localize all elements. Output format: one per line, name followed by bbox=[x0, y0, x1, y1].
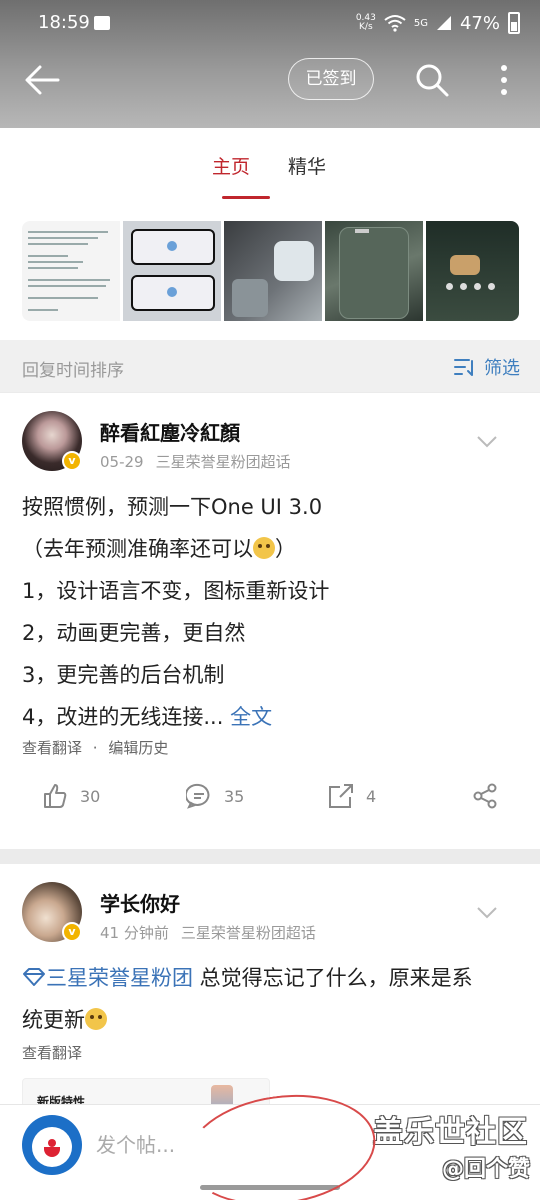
signed-in-button[interactable]: 已签到 bbox=[288, 58, 374, 100]
post-sub-actions: 查看翻译 bbox=[22, 1042, 82, 1063]
read-more-link[interactable]: 全文 bbox=[230, 705, 272, 729]
thumbnail-image[interactable] bbox=[22, 221, 120, 321]
post-text-fragment: 4，改进的无线连接... bbox=[22, 705, 224, 729]
filter-button[interactable]: 筛选 bbox=[454, 354, 520, 380]
like-button[interactable]: 30 bbox=[42, 783, 100, 809]
post-text-line: 4，改进的无线连接... 全文 bbox=[22, 701, 272, 731]
signal-icon bbox=[436, 15, 452, 31]
post-group[interactable]: 三星荣誉星粉团超话 bbox=[156, 453, 291, 471]
compose-input[interactable]: 发个帖... bbox=[96, 1129, 175, 1158]
separator-dot: · bbox=[92, 739, 98, 757]
post-actions: 30 35 4 bbox=[0, 773, 540, 833]
post-text-line: 按照惯例，预测一下One UI 3.0 bbox=[22, 495, 323, 519]
verified-badge-icon: v bbox=[62, 451, 82, 471]
post-meta: 41 分钟前 三星荣誉星粉团超话 bbox=[100, 922, 316, 943]
signal-type: 5G bbox=[413, 17, 428, 29]
edit-history-link[interactable]: 编辑历史 bbox=[108, 739, 168, 757]
battery-level: 47% bbox=[459, 12, 500, 34]
post-text-line: 三星荣誉星粉团 总觉得忘记了什么，原来是系 bbox=[22, 962, 473, 992]
surprised-emoji-icon bbox=[85, 1008, 107, 1030]
post-card[interactable]: v 学长你好 41 分钟前 三星荣誉星粉团超话 三星荣誉星粉团 总觉得忘记了什么，… bbox=[0, 864, 540, 1125]
back-arrow-icon[interactable] bbox=[22, 60, 62, 100]
chevron-down-icon[interactable] bbox=[476, 906, 498, 920]
post-group[interactable]: 三星荣誉星粉团超话 bbox=[181, 924, 316, 942]
wifi-icon bbox=[384, 14, 406, 32]
post-date: 41 分钟前 bbox=[100, 924, 169, 942]
sort-bar: 回复时间排序 筛选 bbox=[0, 340, 540, 392]
search-icon[interactable] bbox=[414, 62, 450, 98]
diamond-icon bbox=[23, 968, 45, 986]
doge-emoji-icon bbox=[253, 537, 275, 559]
post-text-fragment: ） bbox=[275, 537, 296, 561]
watermark-title: 盖乐世社区 bbox=[373, 1115, 528, 1150]
thumbs-up-icon bbox=[44, 784, 67, 808]
thumbnail-image[interactable] bbox=[123, 221, 221, 321]
net-speed-unit: K/s bbox=[359, 22, 373, 32]
post-text-fragment: （去年预测准确率还可以 bbox=[22, 537, 253, 561]
post-text-line: 3，更完善的后台机制 bbox=[22, 663, 225, 687]
battery-icon bbox=[508, 12, 520, 34]
status-bar: 18:59 0.43 K/s 5G 47% bbox=[0, 10, 540, 40]
chevron-down-icon[interactable] bbox=[476, 435, 498, 449]
post-text-line: 2，动画更完善，更自然 bbox=[22, 621, 246, 645]
repost-button[interactable]: 4 bbox=[328, 783, 376, 809]
image-strip bbox=[0, 203, 540, 340]
tab-bar: 主页 精华 bbox=[0, 128, 540, 203]
comment-icon bbox=[186, 783, 210, 809]
sort-order-label[interactable]: 回复时间排序 bbox=[22, 356, 124, 381]
tab-featured[interactable]: 精华 bbox=[288, 152, 326, 179]
post-text-line: （去年预测准确率还可以 ） bbox=[22, 533, 296, 563]
comment-button[interactable]: 35 bbox=[186, 783, 244, 809]
net-speed: 0.43 K/s bbox=[356, 14, 376, 32]
post-username[interactable]: 学长你好 bbox=[100, 888, 180, 917]
post-text-line: 统更新 bbox=[22, 1004, 107, 1034]
filter-label: 筛选 bbox=[484, 358, 520, 379]
post-sub-actions: 查看翻译 · 编辑历史 bbox=[22, 737, 168, 758]
notification-icon bbox=[94, 16, 110, 30]
share-icon bbox=[473, 783, 497, 809]
translate-link[interactable]: 查看翻译 bbox=[22, 739, 82, 757]
my-avatar[interactable] bbox=[22, 1115, 82, 1175]
tab-home[interactable]: 主页 bbox=[212, 152, 250, 179]
top-header: 18:59 0.43 K/s 5G 47% 已签到 bbox=[0, 0, 540, 128]
status-time: 18:59 bbox=[38, 12, 90, 33]
filter-icon bbox=[454, 359, 473, 376]
translate-link[interactable]: 查看翻译 bbox=[22, 1044, 82, 1062]
topic-link[interactable]: 三星荣誉星粉团 bbox=[46, 966, 193, 990]
thumbnail-image[interactable] bbox=[224, 221, 322, 321]
verified-badge-icon: v bbox=[62, 922, 82, 942]
share-button[interactable] bbox=[472, 783, 498, 809]
post-text-fragment: 统更新 bbox=[22, 1008, 85, 1032]
thumbnail-image[interactable] bbox=[325, 221, 423, 321]
post-text-line: 1，设计语言不变，图标重新设计 bbox=[22, 579, 330, 603]
watermark-user: @回个赞 bbox=[441, 1157, 530, 1182]
repost-count: 4 bbox=[366, 786, 377, 806]
status-right: 0.43 K/s 5G 47% bbox=[356, 12, 520, 34]
more-options-icon[interactable] bbox=[492, 62, 516, 98]
post-username[interactable]: 醉看紅塵冷紅顏 bbox=[100, 417, 240, 446]
tab-active-indicator bbox=[222, 196, 270, 199]
post-text-fragment: 总觉得忘记了什么，原来是系 bbox=[193, 966, 473, 990]
comment-count: 35 bbox=[224, 786, 245, 806]
repost-icon bbox=[329, 784, 353, 808]
thumbnail-image[interactable] bbox=[426, 221, 519, 321]
post-card[interactable]: v 醉看紅塵冷紅顏 05-29 三星荣誉星粉团超话 按照惯例，预测一下One UI… bbox=[0, 393, 540, 849]
post-date: 05-29 bbox=[100, 453, 144, 471]
post-meta: 05-29 三星荣誉星粉团超话 bbox=[100, 451, 291, 472]
like-count: 30 bbox=[80, 786, 101, 806]
